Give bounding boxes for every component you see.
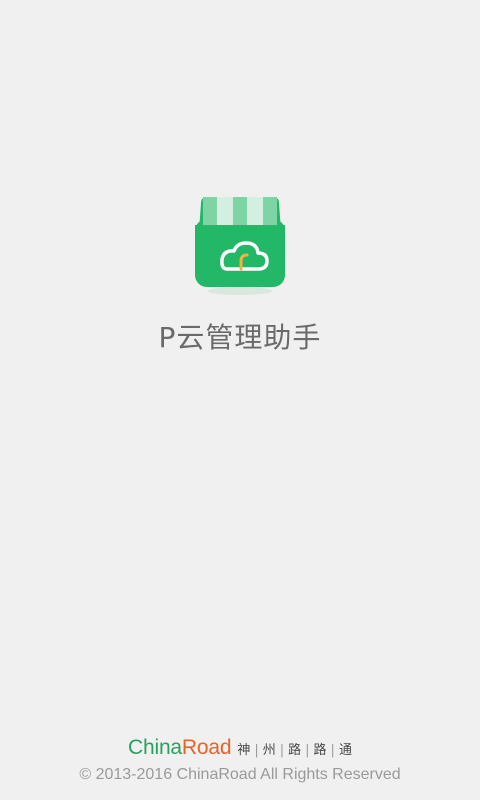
copyright-text: © 2013-2016 ChinaRoad All Rights Reserve…: [79, 766, 401, 783]
slogan-separator: |: [254, 743, 259, 758]
app-title: P云管理助手: [158, 321, 322, 354]
slogan-separator: |: [305, 743, 310, 758]
slogan-char: 通: [338, 743, 352, 758]
brand-slogan: 神 | 州 | 路 | 路 | 通: [237, 739, 352, 758]
slogan-char: 神: [237, 743, 251, 758]
slogan-char: 路: [288, 743, 302, 758]
slogan-separator: |: [279, 743, 285, 758]
slogan-char: 路: [313, 743, 327, 758]
logo-china-text: China: [128, 736, 182, 759]
brand-footer: ChinaRoad 神 | 州 | 路 | 路 | 通: [0, 736, 480, 760]
slogan-char: 州: [262, 743, 276, 758]
logo-road-text: Road: [181, 736, 232, 759]
chinaroad-logo: ChinaRoad: [128, 736, 231, 760]
slogan-separator: |: [330, 743, 335, 758]
app-logo-icon: [195, 197, 285, 297]
